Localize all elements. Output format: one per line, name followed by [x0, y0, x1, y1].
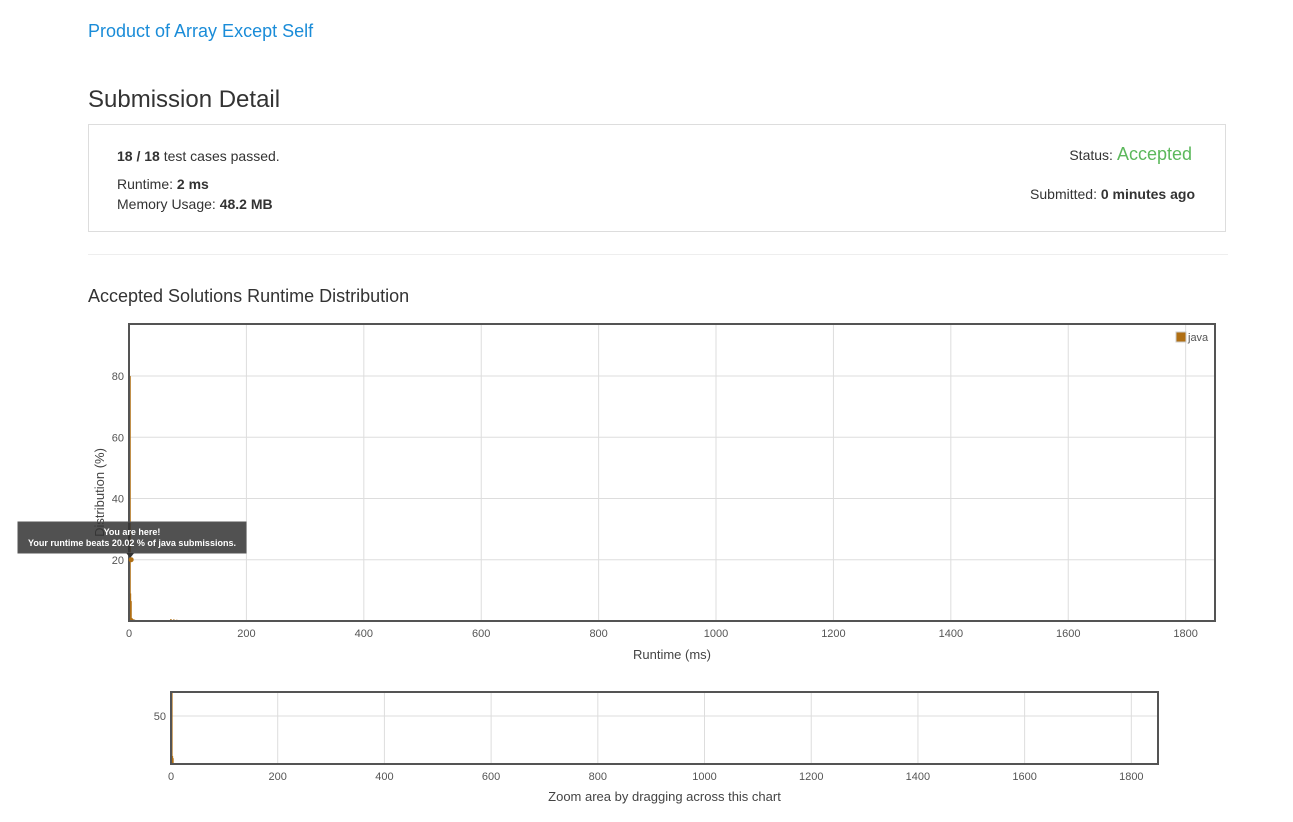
- zoom-x-tick-label: 1000: [692, 771, 716, 783]
- zoom-x-tick-label: 1800: [1119, 771, 1143, 783]
- legend-java-label: java: [1187, 332, 1209, 344]
- runtime-marker-point: [128, 557, 134, 563]
- main-x-tick-label: 600: [472, 628, 490, 640]
- main-x-tick-label: 1600: [1056, 628, 1080, 640]
- zoom-x-tick-label: 400: [375, 771, 393, 783]
- main-x-tick-label: 200: [237, 628, 255, 640]
- runtime-distribution-charts: 0 200 400 600 800 1000 1200 1400 1600 18002040608…: [17, 323, 1216, 804]
- main-x-tick-label: 1800: [1173, 628, 1197, 640]
- zoom-x-tick-label: 200: [269, 771, 287, 783]
- main-y-tick-label: 40: [112, 494, 124, 506]
- main-x-tick-label: 1400: [939, 628, 963, 640]
- legend-java-swatch[interactable]: [1175, 331, 1187, 343]
- main-y-tick-label: 80: [112, 371, 124, 383]
- zoom-x-tick-label: 1200: [799, 771, 823, 783]
- main-y-tick-label: 60: [112, 432, 124, 444]
- main-x-tick-label: 800: [589, 628, 607, 640]
- runtime-tooltip-pointer: [126, 553, 135, 558]
- zoom-y-tick-label: 50: [154, 711, 166, 723]
- zoom-x-tick-label: 1400: [906, 771, 930, 783]
- zoom-drag-area[interactable]: [171, 692, 1158, 764]
- main-y-tick-label: 20: [112, 555, 124, 567]
- zoom-x-tick-label: 800: [589, 771, 607, 783]
- main-x-tick-label: 1200: [821, 628, 845, 640]
- main-x-tick-label: 400: [355, 628, 373, 640]
- zoom-x-tick-label: 1600: [1012, 771, 1036, 783]
- zoom-x-tick-label: 600: [482, 771, 500, 783]
- main-x-tick-label: 1000: [704, 628, 728, 640]
- zoom-x-tick-label: 0: [168, 771, 174, 783]
- main-x-axis-label: Runtime (ms): [633, 647, 711, 662]
- main-x-tick-label: 0: [126, 628, 132, 640]
- tooltip-line-2: Your runtime beats 20.02 % of java submi…: [28, 538, 236, 548]
- zoom-x-axis-label: Zoom area by dragging across this chart: [548, 789, 781, 804]
- tooltip-line-1: You are here!: [104, 527, 161, 537]
- main-plot-frame: [128, 323, 1216, 622]
